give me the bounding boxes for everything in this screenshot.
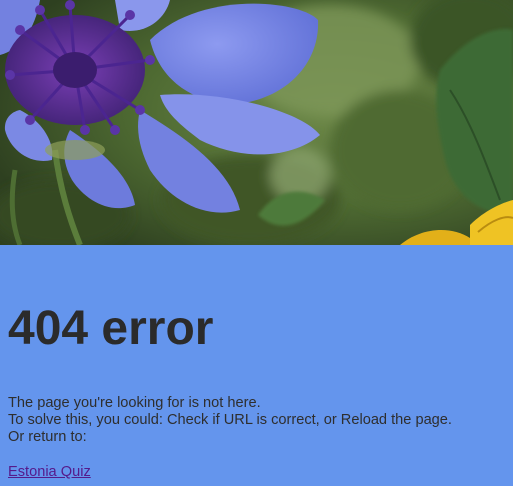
estonia-quiz-link[interactable]: Estonia Quiz <box>8 464 91 481</box>
error-page: 404 error The page you're looking for is… <box>0 0 513 486</box>
error-message-line-1: The page you're looking for is not here. <box>8 395 261 411</box>
error-message-line-3: Or return to: <box>8 429 87 445</box>
error-heading: 404 error <box>8 302 214 355</box>
error-message-line-2: To solve this, you could: Check if URL i… <box>8 412 452 428</box>
cornflower-photo <box>0 0 513 245</box>
hero-image <box>0 0 513 245</box>
error-message: The page you're looking for is not here.… <box>8 395 452 446</box>
error-content: 404 error The page you're looking for is… <box>0 245 513 486</box>
